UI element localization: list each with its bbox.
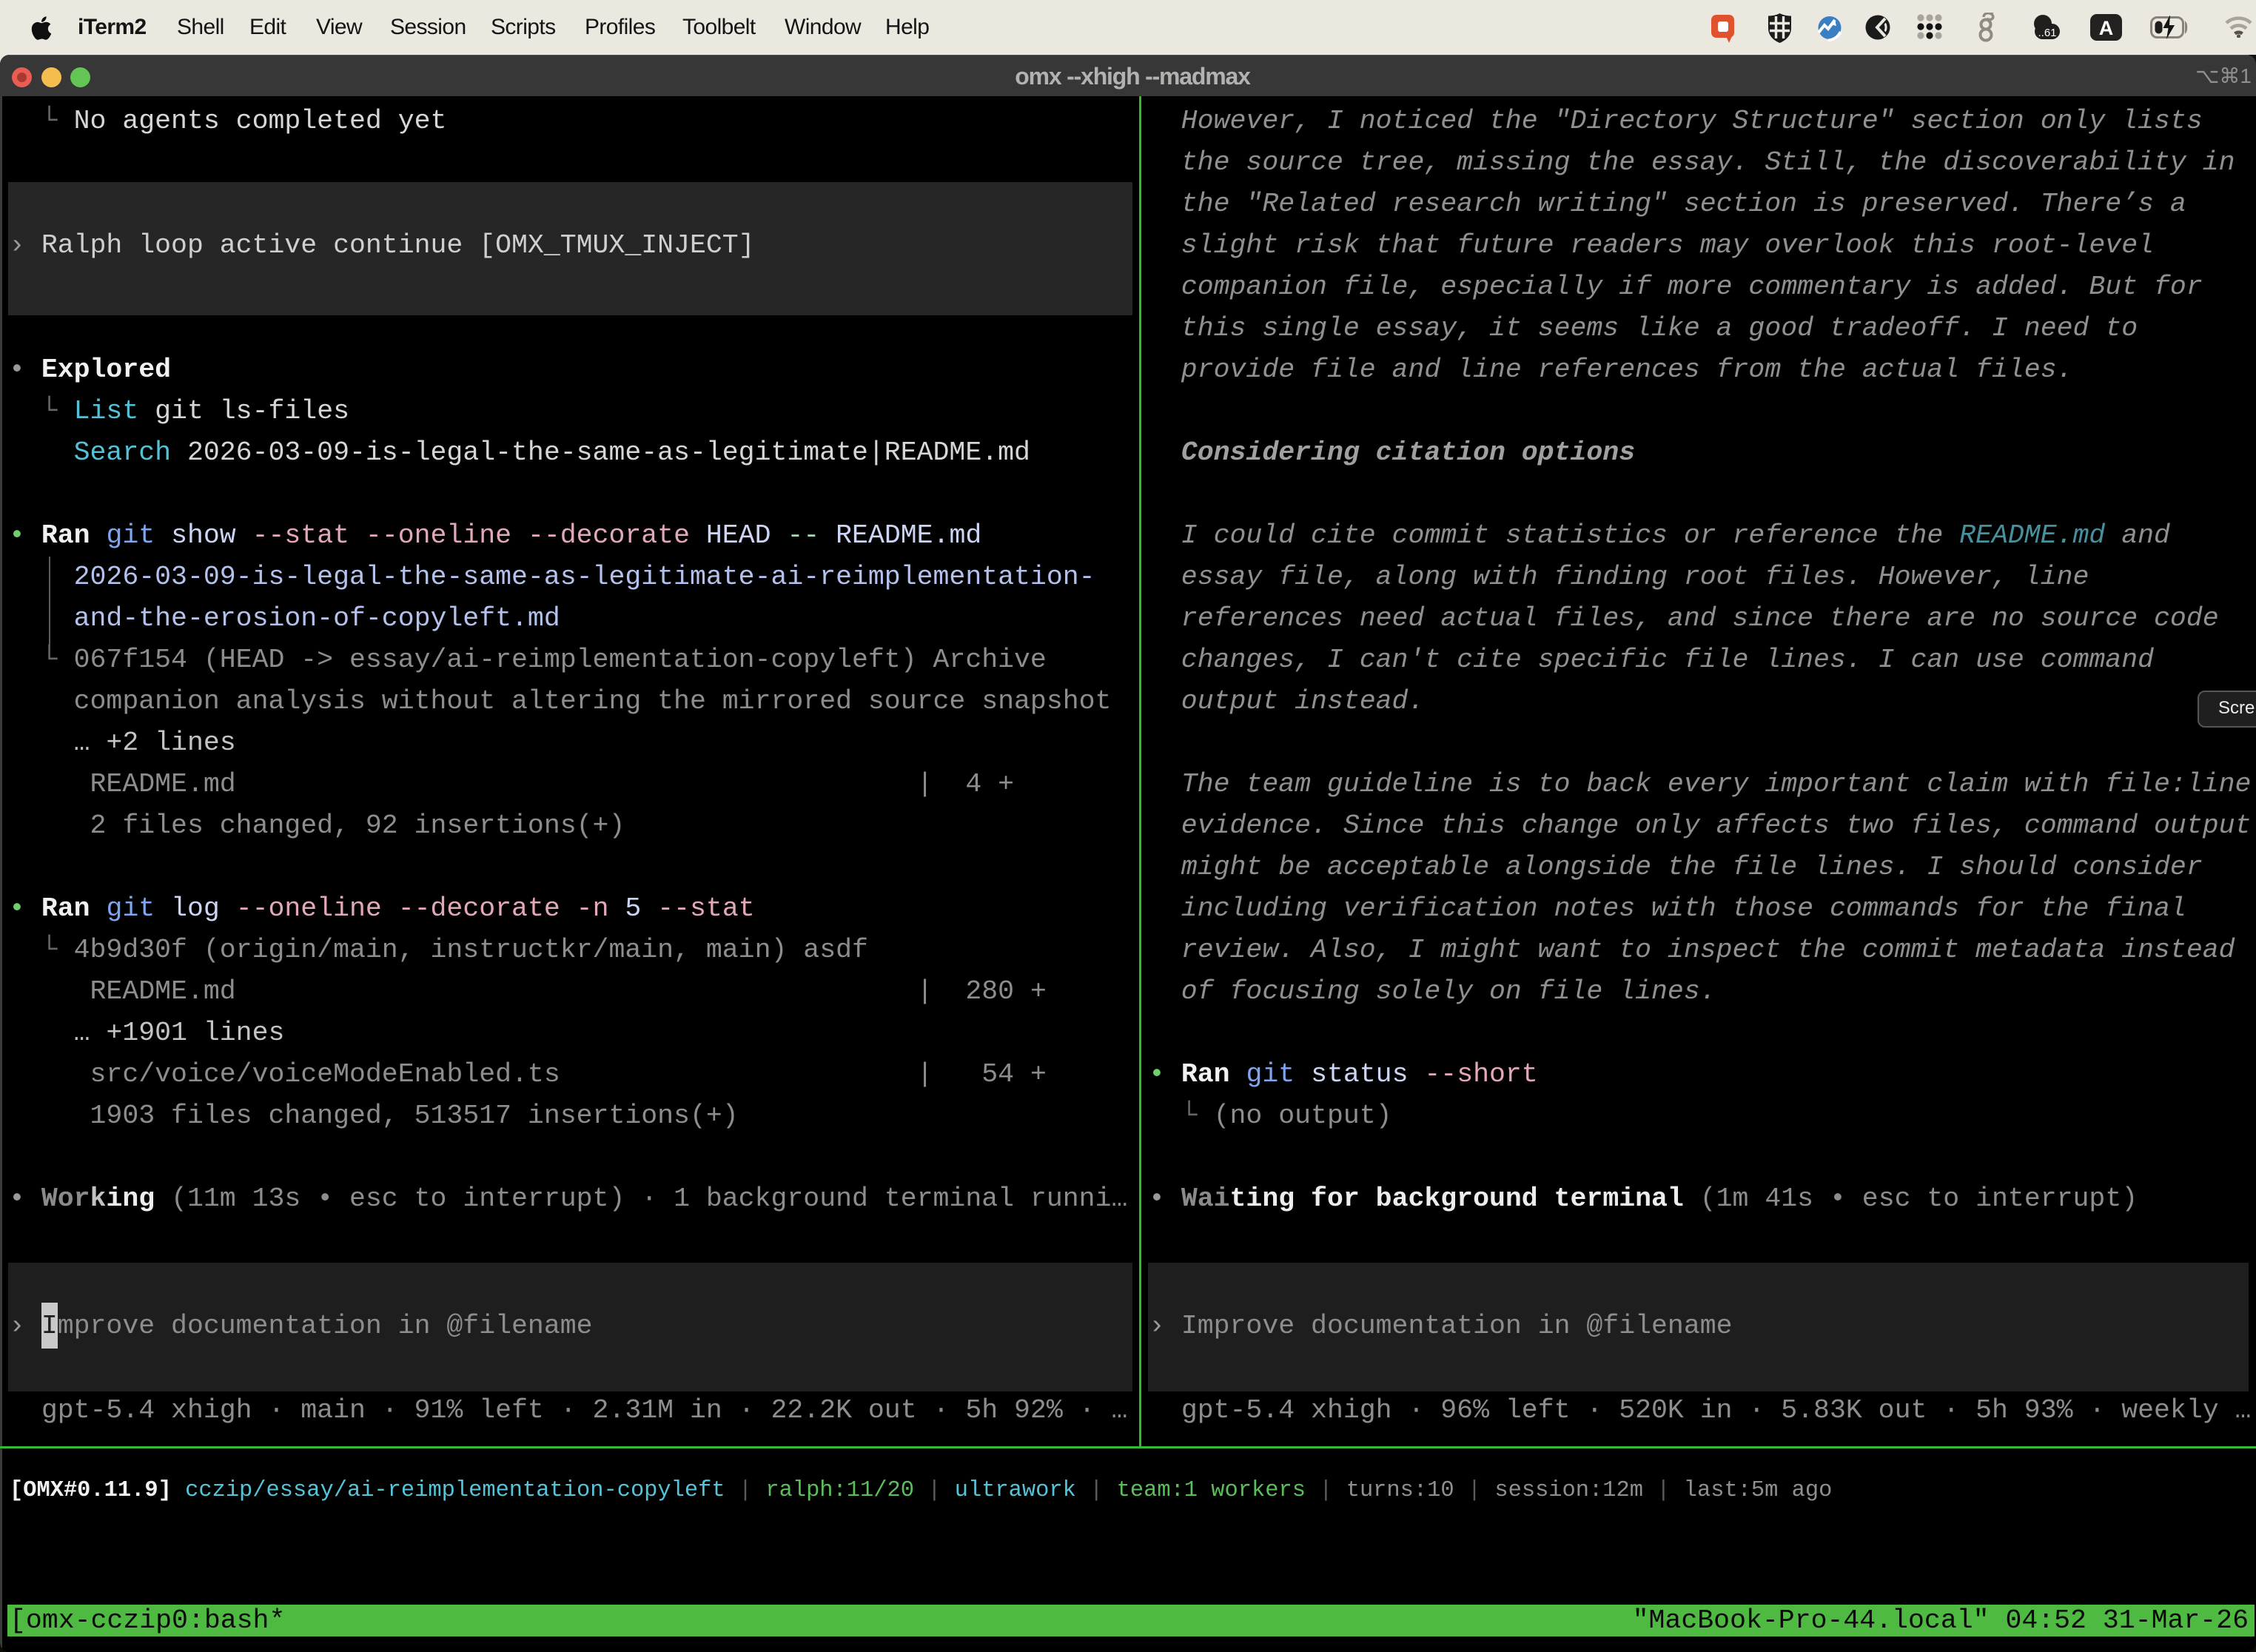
svg-text:..61: ..61 (2038, 27, 2056, 39)
svg-text:A: A (2099, 17, 2114, 39)
